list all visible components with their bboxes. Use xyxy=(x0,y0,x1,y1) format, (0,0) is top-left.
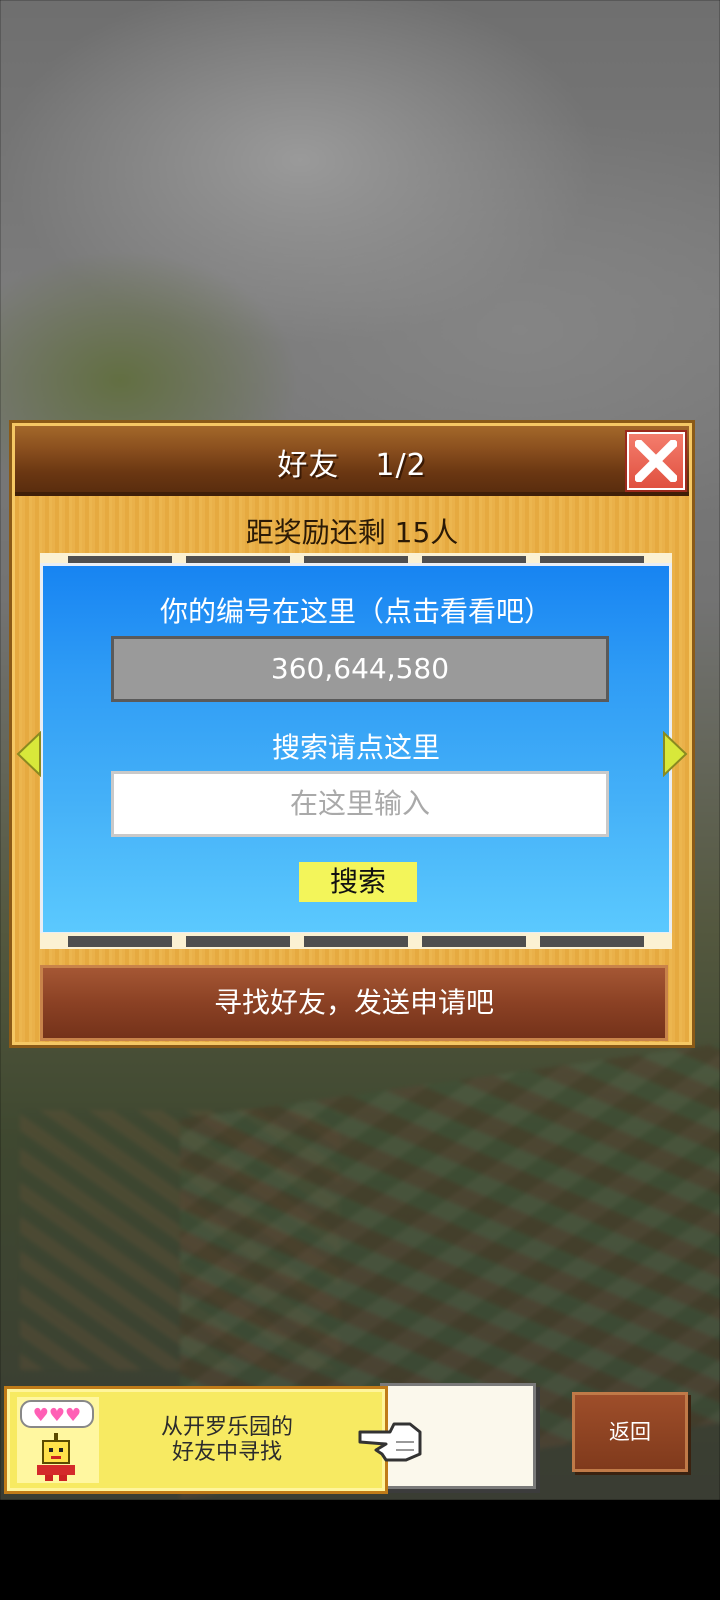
back-button[interactable]: 返回 xyxy=(572,1392,688,1472)
system-nav-bar xyxy=(0,1500,720,1600)
dialog-header: 好友 1/2 xyxy=(15,426,689,496)
friend-card-line2: 好友中寻找 xyxy=(171,1440,282,1465)
search-panel: 你的编号在这里（点击看看吧） 360,644,580 搜索请点这里 在这里输入 … xyxy=(40,563,672,935)
search-input[interactable]: 在这里输入 xyxy=(111,771,609,837)
arrow-right-icon[interactable] xyxy=(662,731,688,777)
kairo-park-friends-card[interactable]: ♥♥♥ 从开罗乐园的 好友中寻找 xyxy=(4,1386,388,1494)
find-friends-button[interactable]: 寻找好友，发送申请吧 xyxy=(40,965,668,1041)
character-avatar-icon: ♥♥♥ xyxy=(17,1397,99,1483)
friend-card-line1: 从开罗乐园的 xyxy=(160,1415,293,1440)
player-id-box[interactable]: 360,644,580 xyxy=(111,636,609,702)
svg-text:♥♥♥: ♥♥♥ xyxy=(33,1405,81,1426)
search-label: 搜索请点这里 xyxy=(271,731,440,764)
search-button[interactable]: 搜索 xyxy=(299,862,417,902)
friends-dialog: 好友 1/2 距奖励还剩 15人 你的编号在这里（点击看看吧） 360,644,5… xyxy=(9,420,695,1048)
friend-card-text: 从开罗乐园的 好友中寻找 xyxy=(107,1415,347,1465)
hearts-bubble-icon: ♥♥♥ xyxy=(20,1400,94,1481)
id-label: 你的编号在这里（点击看看吧） xyxy=(159,595,552,628)
page-indicator: 1/2 xyxy=(375,448,427,483)
close-icon xyxy=(635,440,677,482)
dialog-title: 好友 1/2 xyxy=(15,440,689,484)
pointing-hand-icon xyxy=(358,1422,422,1462)
arrow-left-icon[interactable] xyxy=(16,731,42,777)
reward-progress-text: 距奖励还剩 15人 xyxy=(245,516,459,549)
film-strip-bottom xyxy=(40,933,672,949)
close-button[interactable] xyxy=(627,432,685,490)
dialog-title-text: 好友 xyxy=(277,448,340,483)
